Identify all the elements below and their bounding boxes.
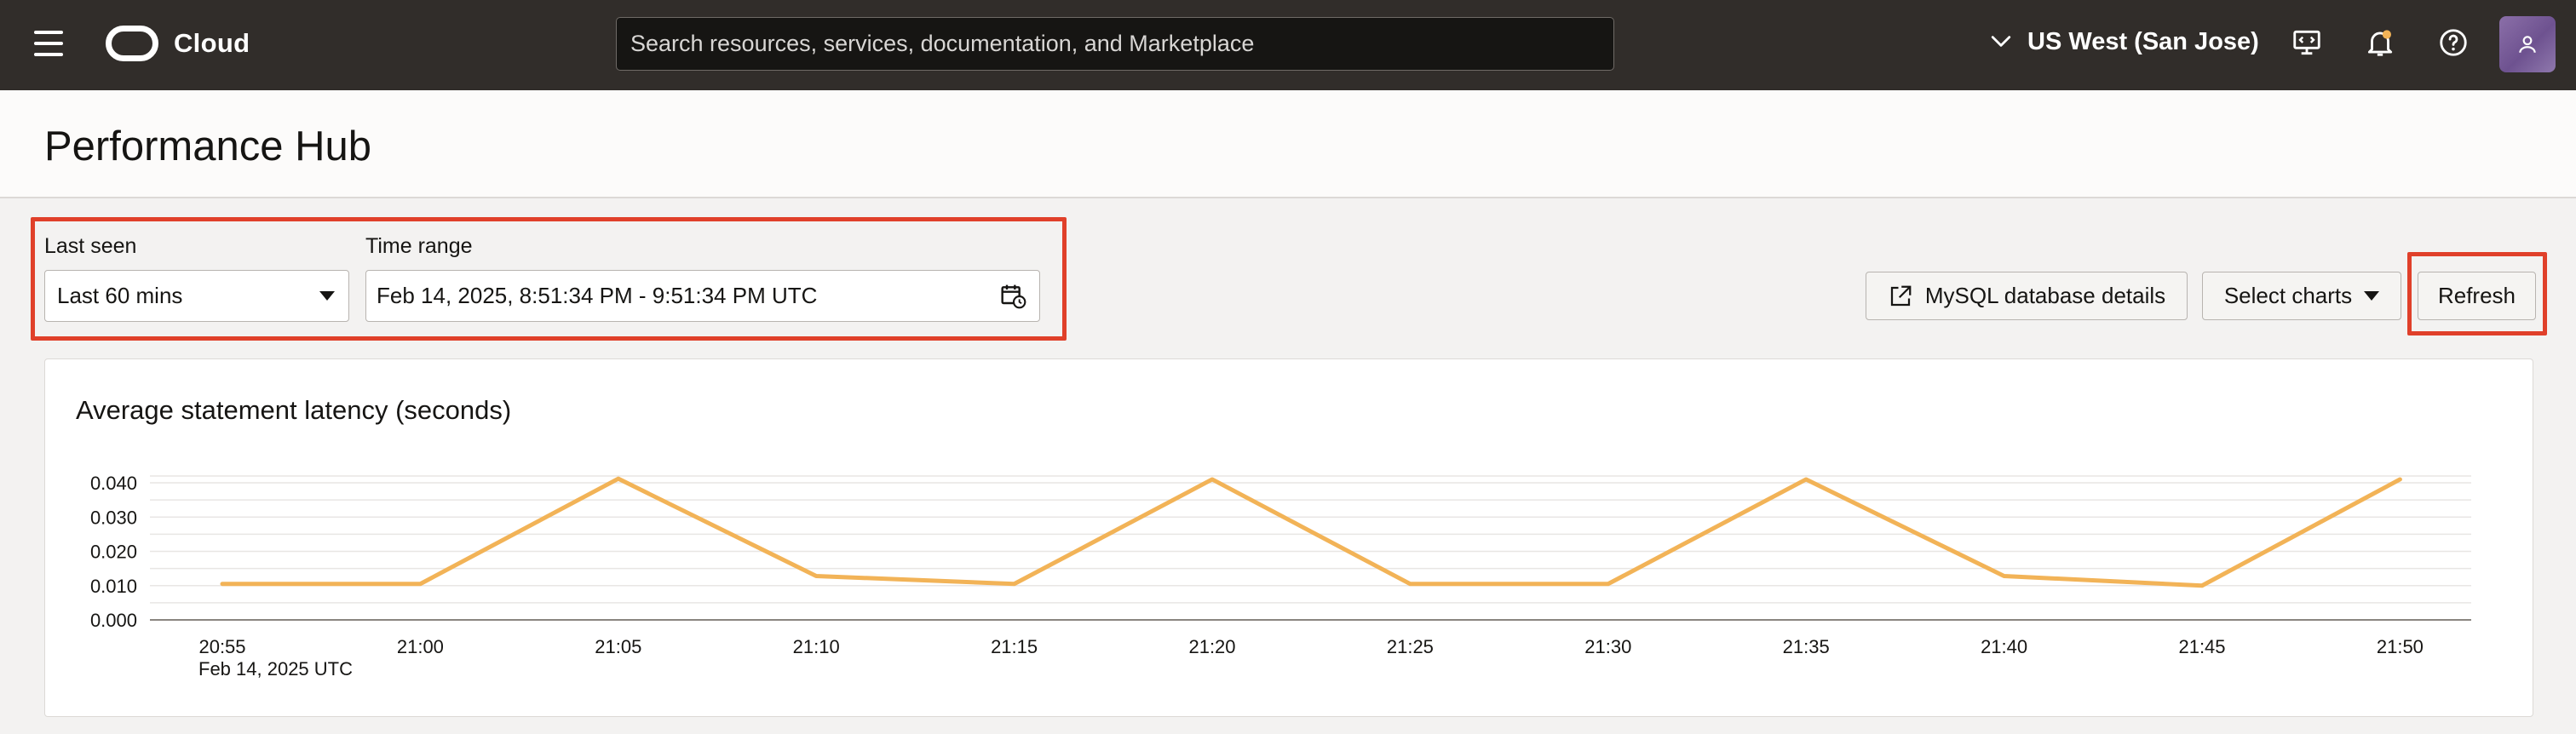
x-tick-label: 21:15 bbox=[991, 636, 1038, 657]
brand-name[interactable]: Cloud bbox=[174, 28, 250, 59]
y-tick-label: 0.030 bbox=[90, 507, 137, 528]
mysql-database-details-label: MySQL database details bbox=[1924, 283, 2166, 308]
chevron-down-icon bbox=[1991, 36, 2011, 47]
x-tick-label: 20:55 bbox=[198, 636, 245, 657]
refresh-label: Refresh bbox=[2437, 283, 2516, 308]
calendar-clock-icon[interactable] bbox=[1000, 283, 1027, 310]
series-line bbox=[220, 476, 2402, 588]
help-icon[interactable] bbox=[2435, 24, 2472, 61]
top-navigation-bar: Cloud US West (San Jose) bbox=[0, 0, 2576, 90]
menu-icon[interactable] bbox=[34, 31, 63, 56]
x-tick-label: 21:35 bbox=[1783, 636, 1830, 657]
caret-down-icon bbox=[319, 291, 335, 301]
last-seen-value: Last 60 mins bbox=[57, 283, 183, 308]
bell-icon[interactable] bbox=[2361, 24, 2399, 61]
x-axis-date-label: Feb 14, 2025 UTC bbox=[198, 658, 353, 680]
select-charts-button[interactable]: Select charts bbox=[2202, 272, 2401, 320]
select-charts-label: Select charts bbox=[2223, 283, 2353, 308]
y-tick-label: 0.000 bbox=[90, 610, 137, 631]
caret-down-icon bbox=[2364, 291, 2380, 301]
x-tick-label: 21:30 bbox=[1584, 636, 1631, 657]
refresh-button[interactable]: Refresh bbox=[2418, 272, 2536, 320]
x-tick-label: 21:45 bbox=[2178, 636, 2225, 657]
external-link-icon bbox=[1890, 285, 1912, 306]
x-tick-label: 21:05 bbox=[595, 636, 641, 657]
y-tick-label: 0.040 bbox=[90, 473, 137, 494]
time-range-label: Time range bbox=[365, 234, 473, 258]
avatar[interactable] bbox=[2499, 16, 2556, 72]
developer-tools-icon[interactable] bbox=[2288, 24, 2326, 61]
x-tick-label: 21:50 bbox=[2377, 636, 2424, 657]
user-icon bbox=[2519, 36, 2536, 53]
page-header: Performance Hub bbox=[0, 90, 2576, 198]
oracle-logo-icon[interactable] bbox=[106, 26, 158, 61]
x-tick-label: 21:00 bbox=[397, 636, 444, 657]
region-selector[interactable]: US West (San Jose) bbox=[1990, 22, 2259, 61]
region-label: US West (San Jose) bbox=[2027, 27, 2259, 55]
mysql-database-details-button[interactable]: MySQL database details bbox=[1866, 272, 2188, 320]
last-seen-select[interactable]: Last 60 mins bbox=[44, 270, 349, 322]
x-tick-label: 21:25 bbox=[1387, 636, 1434, 657]
latency-line-chart: 0.000 0.010 0.020 0.030 0.040 20:55 21:00 21:05… bbox=[90, 473, 2471, 680]
page-title: Performance Hub bbox=[44, 123, 372, 169]
last-seen-label: Last seen bbox=[44, 234, 137, 258]
search-input[interactable] bbox=[616, 17, 1614, 71]
chart-card: Average statement latency (seconds) 0.00… bbox=[44, 358, 2533, 717]
x-tick-label: 21:20 bbox=[1188, 636, 1235, 657]
x-tick-label: 21:40 bbox=[1981, 636, 2027, 657]
time-range-picker[interactable]: Feb 14, 2025, 8:51:34 PM - 9:51:34 PM UT… bbox=[365, 270, 1040, 322]
time-range-value: Feb 14, 2025, 8:51:34 PM - 9:51:34 PM UT… bbox=[377, 283, 818, 308]
y-tick-label: 0.020 bbox=[90, 542, 137, 563]
x-tick-label: 21:10 bbox=[793, 636, 840, 657]
y-tick-label: 0.010 bbox=[90, 576, 137, 597]
